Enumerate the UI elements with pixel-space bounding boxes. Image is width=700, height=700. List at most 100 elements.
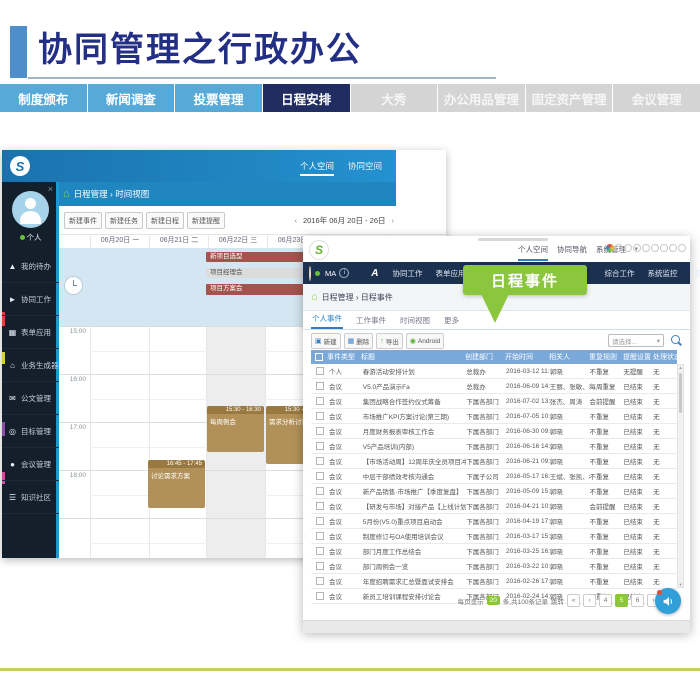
day-header[interactable]: 06月22日 三 — [208, 234, 267, 248]
new-item-button[interactable]: 新建日程 — [146, 212, 184, 229]
column-header[interactable]: 创建部门 — [465, 352, 505, 362]
new-item-button[interactable]: 新建提醒 — [187, 212, 225, 229]
topbar-link[interactable]: 协同空间 — [348, 156, 382, 176]
scroll-up-icon[interactable]: ▲ — [678, 365, 683, 370]
scroll-down-icon[interactable]: ▼ — [678, 582, 683, 587]
prev-week-icon[interactable]: ‹ — [294, 216, 297, 225]
topbar-circle-icon[interactable] — [669, 244, 677, 252]
row-checkbox[interactable] — [316, 412, 324, 420]
new-item-button[interactable]: 新建事件 — [64, 212, 102, 229]
info-icon[interactable]: i — [339, 268, 349, 278]
topbar-circle-icon[interactable] — [651, 244, 659, 252]
home-icon[interactable]: ⌂ — [63, 189, 70, 200]
row-checkbox[interactable] — [316, 562, 324, 570]
module-tab[interactable]: 会议管理 — [613, 84, 700, 112]
sidebar-item[interactable]: ☰ 知识社区 — [2, 481, 59, 514]
row-checkbox[interactable] — [316, 592, 324, 600]
scrollbar-thumb[interactable] — [679, 373, 682, 413]
events-tab[interactable]: 工作事件 — [355, 312, 387, 329]
topbar-circle-icon[interactable] — [678, 244, 686, 252]
module-tab[interactable]: 办公用品管理 — [438, 84, 525, 112]
row-checkbox[interactable] — [316, 547, 324, 555]
module-tab[interactable]: 大秀 — [351, 84, 438, 112]
row-checkbox[interactable] — [316, 397, 324, 405]
module-tab[interactable]: 日程安排 — [263, 84, 350, 112]
table-row[interactable]: 会议 【市场活动周】12周年庆全员项目冲刺动员会 · 产 下属各部门 2016-… — [311, 454, 677, 469]
next-week-icon[interactable]: › — [392, 216, 395, 225]
nav-item[interactable]: 协同工作 — [392, 268, 422, 279]
close-icon[interactable]: × — [48, 184, 53, 194]
sidebar-item[interactable]: ▲ 我的待办 — [2, 250, 59, 283]
nav-item[interactable]: 综合工作 — [604, 268, 634, 279]
table-row[interactable]: 会议 部门月度工作总结会 下属各部门 2016-03-25 16:30 郭晓 不… — [311, 544, 677, 559]
events-tab[interactable]: 时间视图 — [399, 312, 431, 329]
day-header[interactable]: 06月21日 二 — [149, 234, 208, 248]
table-row[interactable]: 会议 V5产品培训(内部) 下属各部门 2016-06-16 14:30 郭晓 … — [311, 439, 677, 454]
row-checkbox[interactable] — [316, 532, 324, 540]
page-button[interactable]: 5 — [615, 594, 628, 607]
page-button[interactable]: 6 — [631, 594, 644, 607]
row-checkbox[interactable] — [316, 472, 324, 480]
day-header[interactable]: 06月20日 一 — [90, 234, 149, 248]
avatar[interactable] — [12, 191, 49, 228]
table-row[interactable]: 会议 集团战略合作签约仪式筹备 下属各部门 2016-07-02 13:30 张… — [311, 394, 677, 409]
toolbar-button[interactable]: ◉ Android — [406, 333, 445, 349]
table-row[interactable]: 会议 制度修订与OA使用培训会议 下属各部门 2016-03-17 15:00 … — [311, 529, 677, 544]
sidebar-item[interactable]: ✉ 公文管理 — [2, 382, 59, 415]
page-size-selector[interactable]: 20 — [487, 596, 500, 605]
row-checkbox[interactable] — [316, 367, 324, 375]
toolbar-button[interactable]: ▣ 新建 — [311, 333, 341, 349]
search-icon[interactable] — [671, 335, 680, 344]
topbar-link[interactable]: 个人空间 — [300, 156, 334, 176]
module-tab[interactable]: 固定资产管理 — [526, 84, 613, 112]
column-header[interactable]: 事件类型 — [327, 352, 361, 362]
table-row[interactable]: 会议 年度招聘需求汇总暨面试安排会 下属各部门 2016-02-26 17:30… — [311, 574, 677, 589]
row-checkbox[interactable] — [316, 427, 324, 435]
home-icon[interactable]: ⌂ — [311, 292, 318, 303]
page-button[interactable]: 4 — [599, 594, 612, 607]
table-row[interactable]: 会议 5月份(V5.0)重点项目启动会 下属各部门 2016-04-19 17:… — [311, 514, 677, 529]
table-row[interactable]: 会议 月度财务报表审核工作会 下属各部门 2016-06-30 09:00 郭晓… — [311, 424, 677, 439]
avatar[interactable] — [309, 266, 311, 281]
row-checkbox[interactable] — [316, 457, 324, 465]
new-item-button[interactable]: 新建任务 — [105, 212, 143, 229]
column-header[interactable]: 开始时间 — [505, 352, 549, 362]
sidebar-item[interactable]: ● 会议管理 — [2, 448, 59, 481]
row-checkbox[interactable] — [316, 442, 324, 450]
row-checkbox[interactable] — [316, 487, 324, 495]
row-checkbox[interactable] — [316, 517, 324, 525]
table-row[interactable]: 会议 V5.0产品演示Fa 总裁办 2016-06-09 14:00 王丽、张敏… — [311, 379, 677, 394]
sidebar-item[interactable]: ◎ 目标管理 — [2, 415, 59, 448]
topbar-link[interactable]: 个人空间 — [518, 238, 548, 261]
row-checkbox[interactable] — [316, 502, 324, 510]
module-tab[interactable]: 投票管理 — [175, 84, 262, 112]
calendar-event[interactable]: 16:45 - 17:45 讨论需求方案 — [148, 460, 205, 508]
topbar-circle-icon[interactable] — [642, 244, 650, 252]
topbar-circle-icon[interactable] — [633, 244, 641, 252]
module-tab[interactable]: 新闻调查 — [88, 84, 175, 112]
sidebar-item[interactable]: ► 协同工作 — [2, 283, 59, 316]
theme-palette-icon[interactable] — [606, 244, 614, 252]
table-row[interactable]: 会议 新产品销售·市场推广【季度复盘】 下属各部门 2016-05-09 15:… — [311, 484, 677, 499]
toolbar-button[interactable]: ↑ 导出 — [376, 333, 403, 349]
sidebar-item[interactable]: ▦ 表单应用 — [2, 316, 59, 349]
page-button[interactable]: « — [567, 594, 580, 607]
select-all-checkbox[interactable] — [311, 353, 327, 361]
table-row[interactable]: 会议 市场推广KPI方案讨论(第三期) 下属各部门 2016-07-05 10:… — [311, 409, 677, 424]
table-scrollbar[interactable]: ▲ ▼ — [677, 364, 684, 588]
events-tab[interactable]: 更多 — [443, 312, 460, 329]
page-button[interactable]: ‹ — [583, 594, 596, 607]
column-header[interactable]: 相关人 — [549, 352, 589, 362]
announcement-badge[interactable] — [655, 588, 681, 614]
toolbar-button[interactable]: ▦ 删除 — [344, 333, 374, 349]
events-tab[interactable]: 个人事件 — [311, 310, 343, 329]
nav-item[interactable]: 表单应用 — [435, 268, 465, 279]
table-row[interactable]: 会议 中层干部绩效考核沟通会 下属子公司 2016-05-17 16:00 王斌… — [311, 469, 677, 484]
nav-item[interactable]: 时间管理 — [690, 268, 700, 279]
module-tab[interactable]: 制度颁布 — [0, 84, 87, 112]
topbar-circle-icon[interactable] — [624, 244, 632, 252]
topbar-circle-icon[interactable] — [615, 244, 623, 252]
column-header[interactable]: 重复规则 — [589, 352, 623, 362]
column-header[interactable]: 提醒设置 — [623, 352, 653, 362]
nav-item[interactable]: 系统监控 — [647, 268, 677, 279]
